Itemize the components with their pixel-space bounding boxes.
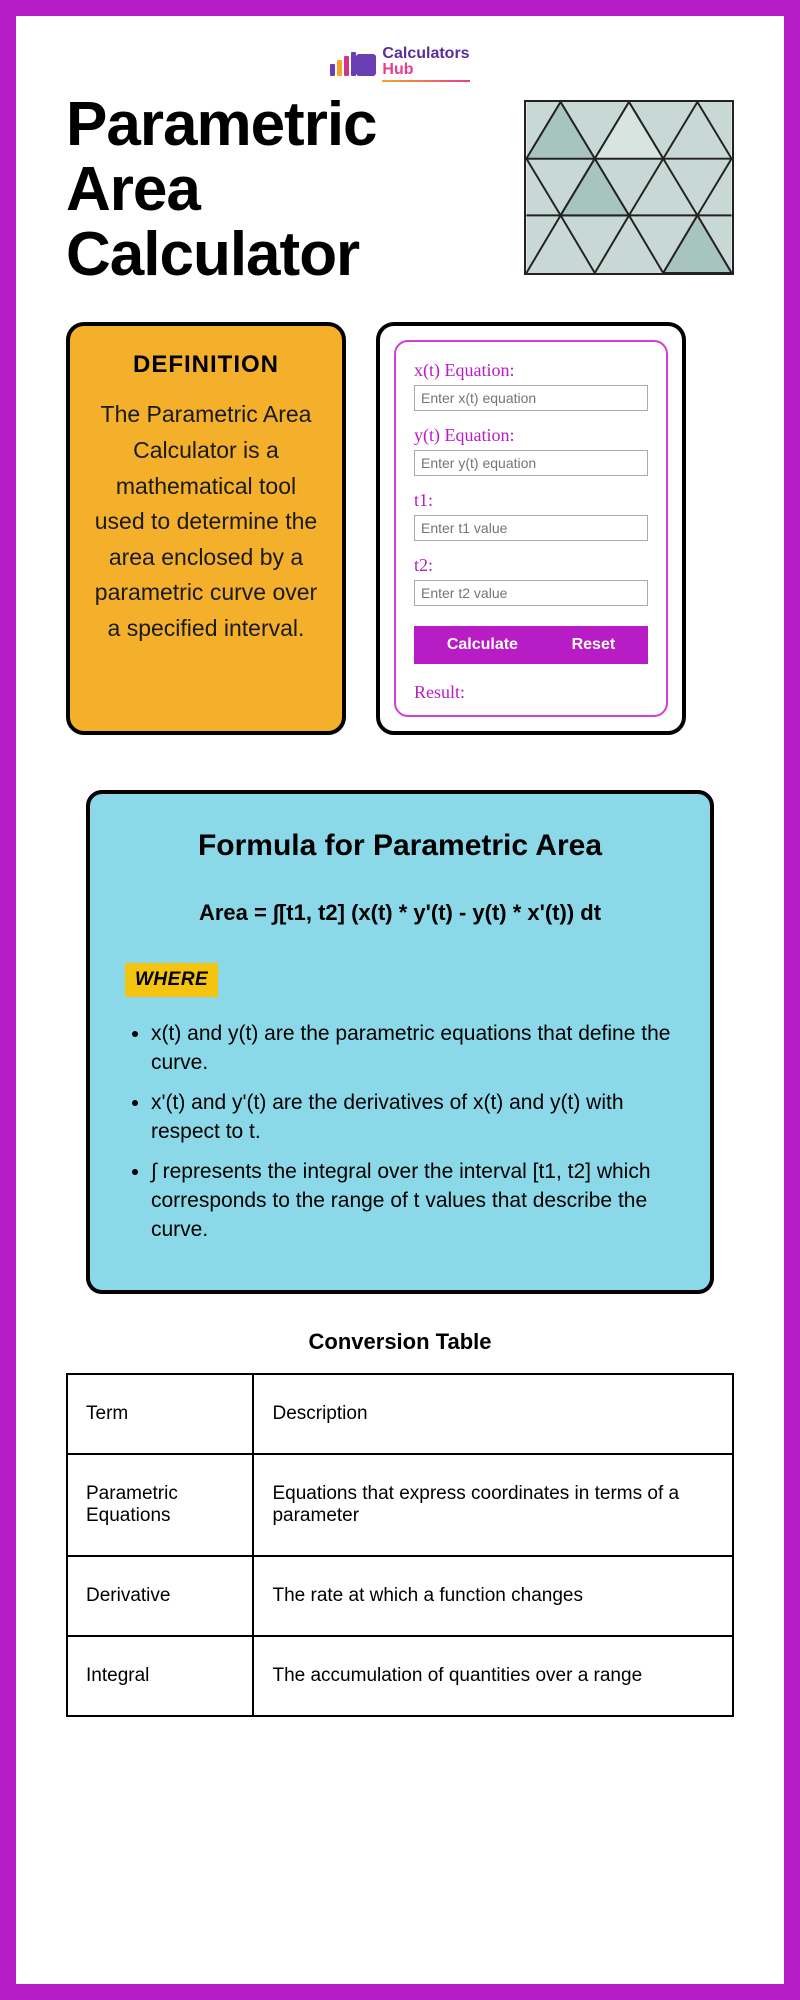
formula-bullets: x(t) and y(t) are the parametric equatio… <box>125 1019 675 1245</box>
formula-expression: Area = ∫[t1, t2] (x(t) * y'(t) - y(t) * … <box>125 898 675 928</box>
page-frame: Calculators Hub ParametricAreaCalculator <box>0 0 800 2000</box>
table-row: Integral The accumulation of quantities … <box>67 1636 733 1716</box>
formula-card: Formula for Parametric Area Area = ∫[t1,… <box>86 790 714 1293</box>
table-cell-term: Derivative <box>67 1556 253 1636</box>
title-row: ParametricAreaCalculator <box>66 92 734 287</box>
logo-line1: Calculators <box>382 46 469 62</box>
xt-input[interactable] <box>414 385 648 411</box>
page-title: ParametricAreaCalculator <box>66 92 377 287</box>
t1-input[interactable] <box>414 515 648 541</box>
table-row: Parametric Equations Equations that expr… <box>67 1454 733 1556</box>
definition-body: The Parametric Area Calculator is a math… <box>92 397 320 646</box>
reset-button[interactable]: Reset <box>572 636 616 654</box>
yt-label: y(t) Equation: <box>414 425 648 446</box>
logo-bars-icon <box>330 52 376 76</box>
table-cell-term: Term <box>67 1374 253 1454</box>
table-row: Term Description <box>67 1374 733 1454</box>
calculator-card: x(t) Equation: y(t) Equation: t1: t2: Ca… <box>376 322 686 735</box>
table-row: Derivative The rate at which a function … <box>67 1556 733 1636</box>
cards-row: DEFINITION The Parametric Area Calculato… <box>66 322 734 735</box>
table-cell-desc: The accumulation of quantities over a ra… <box>253 1636 733 1716</box>
triangle-pattern-icon <box>524 100 734 275</box>
xt-label: x(t) Equation: <box>414 360 648 381</box>
formula-bullet: x(t) and y(t) are the parametric equatio… <box>151 1019 675 1078</box>
logo-text: Calculators Hub <box>382 46 469 82</box>
button-strip: Calculate Reset <box>414 626 648 664</box>
where-tag: WHERE <box>125 963 218 997</box>
conversion-table: Term Description Parametric Equations Eq… <box>66 1373 734 1717</box>
t2-label: t2: <box>414 555 648 576</box>
yt-input[interactable] <box>414 450 648 476</box>
formula-bullet: x'(t) and y'(t) are the derivatives of x… <box>151 1088 675 1147</box>
table-cell-desc: Equations that express coordinates in te… <box>253 1454 733 1556</box>
calculate-button[interactable]: Calculate <box>447 636 518 654</box>
result-label: Result: <box>414 682 648 703</box>
logo-line2: Hub <box>382 62 469 78</box>
definition-card: DEFINITION The Parametric Area Calculato… <box>66 322 346 735</box>
t2-input[interactable] <box>414 580 648 606</box>
definition-heading: DEFINITION <box>92 351 320 379</box>
logo-area: Calculators Hub <box>66 46 734 82</box>
calculator-inner: x(t) Equation: y(t) Equation: t1: t2: Ca… <box>394 340 668 717</box>
table-heading: Conversion Table <box>66 1329 734 1355</box>
table-cell-desc: The rate at which a function changes <box>253 1556 733 1636</box>
table-cell-desc: Description <box>253 1374 733 1454</box>
table-cell-term: Parametric Equations <box>67 1454 253 1556</box>
formula-bullet: ∫ represents the integral over the inter… <box>151 1157 675 1245</box>
t1-label: t1: <box>414 490 648 511</box>
table-cell-term: Integral <box>67 1636 253 1716</box>
logo: Calculators Hub <box>330 46 469 82</box>
formula-heading: Formula for Parametric Area <box>125 829 675 863</box>
